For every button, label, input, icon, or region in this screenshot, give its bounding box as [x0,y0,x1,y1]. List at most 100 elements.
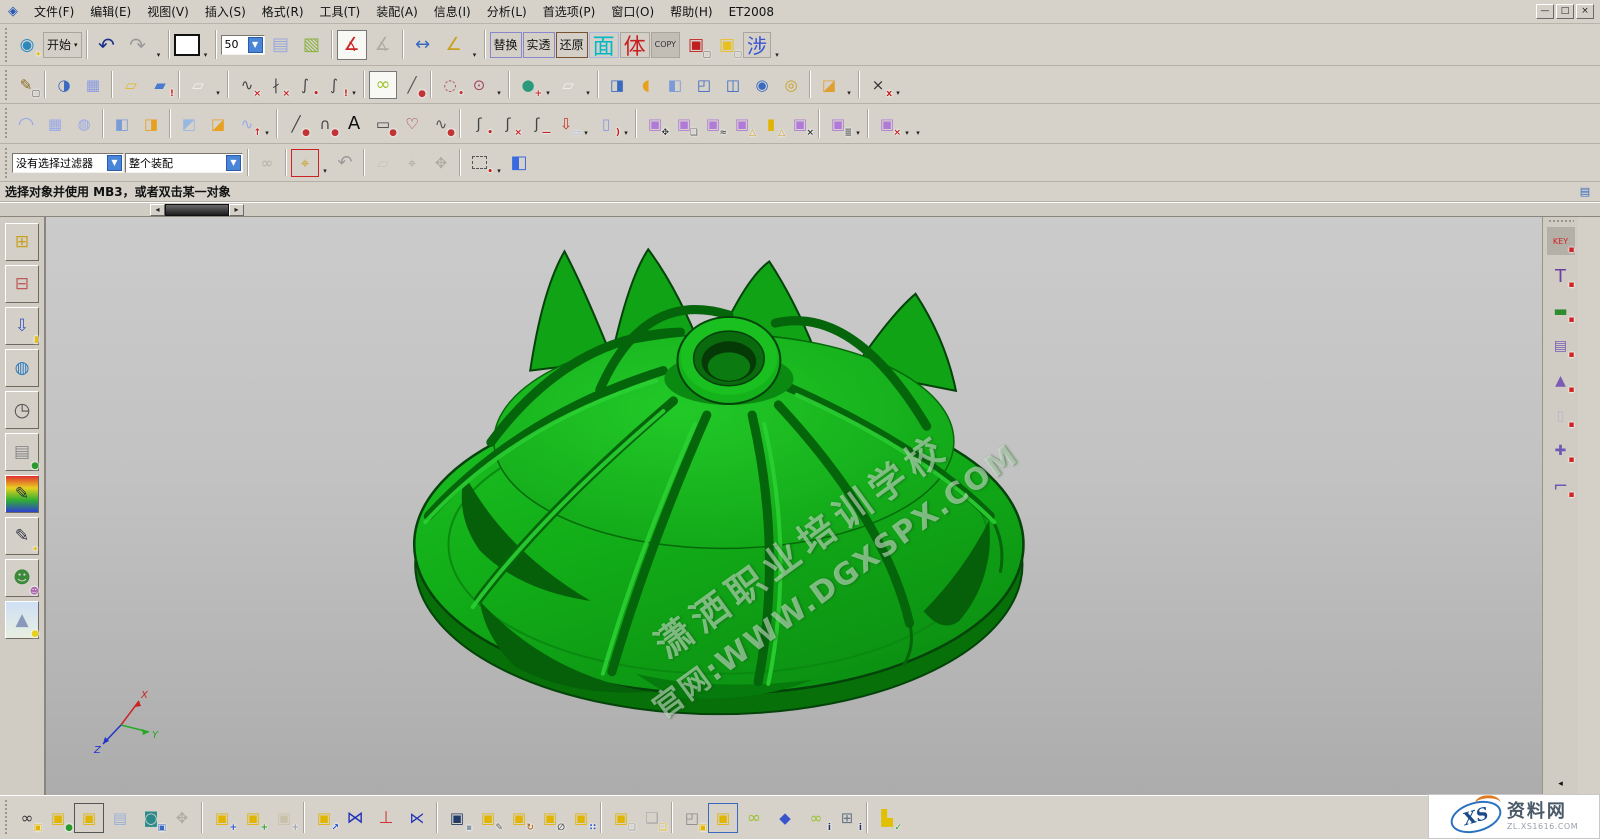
translucency-button[interactable]: 实透 [523,32,555,58]
trim-curve-button[interactable]: ∿× [233,71,261,99]
redo-button[interactable]: ↷ [123,30,153,60]
open-component-button[interactable]: ▣● [43,803,73,833]
graphics-viewport[interactable]: 潇洒职业培训学校 官网:WWW.DGXSPX.COM X Y Z [45,217,1542,795]
mirror-assembly-button[interactable]: ⋈ [340,803,370,833]
pocket-button[interactable]: ◰ [690,71,718,99]
edit-dropdown-arrow[interactable]: ▾ [902,104,912,143]
swept-surface-button[interactable]: ◧ [108,110,136,138]
arrange-components-button[interactable]: ▣❏ [606,803,636,833]
measure-angle-button[interactable]: ∠ [439,30,469,60]
plane-2-dropdown-arrow[interactable]: ▾ [583,66,593,103]
edit-component-button[interactable]: ▣✎ [473,803,503,833]
layer-visibility-icon[interactable]: ▧ [297,30,327,60]
line-button[interactable]: ╱● [398,71,426,99]
snap-point-button[interactable]: ⌖ [291,149,319,177]
copy-object-button[interactable]: ▣❏ [670,110,698,138]
menu-preferences[interactable]: 首选项(P) [535,0,604,23]
restore-button-cn[interactable]: 还原 [556,32,588,58]
spline-tool-button[interactable]: ∿● [427,110,455,138]
transform-object-button[interactable]: ▣△ [728,110,756,138]
fillet-curve-button[interactable]: ∫• [291,71,319,99]
show-outline-button[interactable]: ▣ [74,803,104,833]
intersection-curve-button[interactable]: ʃ× [494,110,522,138]
move-object-button[interactable]: ▣✥ [641,110,669,138]
line-tool-button[interactable]: ╱● [282,110,310,138]
eraser-button[interactable]: ▱ [369,149,397,177]
drag-grayed-icon[interactable]: ✥ [427,149,455,177]
project-curve-button[interactable]: ⇩▱ [552,110,580,138]
lightweight-display-button[interactable]: ▤ [105,803,135,833]
drag-component-grayed-icon[interactable]: ✥ [167,803,197,833]
boss-button[interactable]: ◎ [777,71,805,99]
selection-scope-dropdown[interactable]: 整个装配▼ [125,153,243,173]
menu-file[interactable]: 文件(F) [26,0,82,23]
dropdown-arrow[interactable]: ▾ [913,104,923,143]
reuse-library-button[interactable]: ◍ [5,349,39,387]
explode-assembly-button[interactable]: ◰▣ [677,803,707,833]
circle-radius-button[interactable]: ⊙ [465,71,493,99]
new-component-button[interactable]: ▣+ [238,803,268,833]
scroll-right-button[interactable]: ▸ [229,204,244,216]
datum-csys-button[interactable]: ▰! [146,71,174,99]
measure-distance-button[interactable]: ↔ [408,30,438,60]
part-navigator-button[interactable]: ⇩▮ [5,307,39,345]
surface-dropdown-arrow[interactable]: ▾ [262,104,272,143]
palette-button[interactable]: ▤● [5,433,39,471]
layer-settings-icon[interactable]: ▤ [266,30,296,60]
history-button[interactable]: ◷ [5,391,39,429]
curve-extension-button[interactable]: ∫! [320,71,348,99]
work-layer-combo[interactable]: 50▼ [221,35,265,55]
start-button[interactable]: 开始▾ [43,32,82,58]
add-component-button[interactable]: ▣+ [207,803,237,833]
model-view-button[interactable]: ▣ [708,803,738,833]
status-right-icon[interactable]: ▤ [1575,184,1595,200]
face-analysis-button[interactable]: ▦ [79,71,107,99]
hole-button[interactable]: ◉ [748,71,776,99]
cross-fitting-template-button[interactable]: ✚▪ [1547,437,1575,465]
menu-format[interactable]: 格式(R) [254,0,312,23]
save-assembly-button[interactable]: ▣▪ [442,803,472,833]
scroll-handle[interactable] [165,204,229,216]
through-mesh-button[interactable]: ▦ [41,110,69,138]
wrap-dropdown-arrow[interactable]: ▾ [621,104,631,143]
menu-help[interactable]: 帮助(H) [662,0,720,23]
plane-dropdown-arrow[interactable]: ▾ [213,66,223,103]
wcs-display-button[interactable]: ∡ [337,30,367,60]
impeller-model[interactable] [46,217,1542,795]
nx-logo-icon[interactable]: ◉✦ [12,30,42,60]
green-block-template-button[interactable]: ▬▪ [1547,297,1575,325]
t-part-template-button[interactable]: T▪ [1547,262,1575,290]
trim-sheet-button[interactable]: ◩ [175,110,203,138]
mate-component-button[interactable]: ⋉ [402,803,432,833]
menu-insert[interactable]: 插入(S) [197,0,254,23]
clearance-analysis-button[interactable]: ◆ [770,803,800,833]
divide-curve-button[interactable]: ∤× [262,71,290,99]
interference-rings-button[interactable]: ∞ [739,803,769,833]
verify-assembly-button[interactable]: ▙✓ [872,803,902,833]
bounded-plane-button[interactable]: ◍ [70,110,98,138]
snapshot-button[interactable]: ◙▣ [136,803,166,833]
find-component-button[interactable]: ∞▣ [12,803,42,833]
constraint-navigator-button[interactable]: ⊟ [5,265,39,303]
extrude-button[interactable]: ◨ [603,71,631,99]
paste-object-button[interactable]: ▣≈ [699,110,727,138]
elbow-template-button[interactable]: ⌐▪ [1547,472,1575,500]
measure-dropdown-arrow[interactable]: ▾ [470,24,480,65]
section-curve-button[interactable]: ʃ— [523,110,551,138]
snap-dropdown-arrow[interactable]: ▾ [320,144,330,181]
rectangle-select-button[interactable]: • [465,149,493,177]
body-button[interactable]: 体 [620,32,650,58]
join-curve-button[interactable]: ʃ• [465,110,493,138]
dropdown-arrow[interactable]: ▾ [772,24,782,65]
key-template-button[interactable]: KEY▪ [1547,227,1575,255]
general-selection-grayed-icon[interactable]: ∞ [253,149,281,177]
scroll-left-button[interactable]: ◂ [150,204,165,216]
menu-assemblies[interactable]: 装配(A) [368,0,426,23]
suppress-component-button[interactable]: ▣∅ [535,803,565,833]
wrap-curve-button[interactable]: ▯) [592,110,620,138]
cylinder-pattern-button[interactable]: ▮△ [757,110,785,138]
rotate-point-grayed-icon[interactable]: ⌖ [398,149,426,177]
menu-et2008[interactable]: ET2008 [721,2,782,22]
link-info-button[interactable]: ∞i [801,803,831,833]
resource-collapse-arrow[interactable]: ◂ [1558,779,1563,789]
